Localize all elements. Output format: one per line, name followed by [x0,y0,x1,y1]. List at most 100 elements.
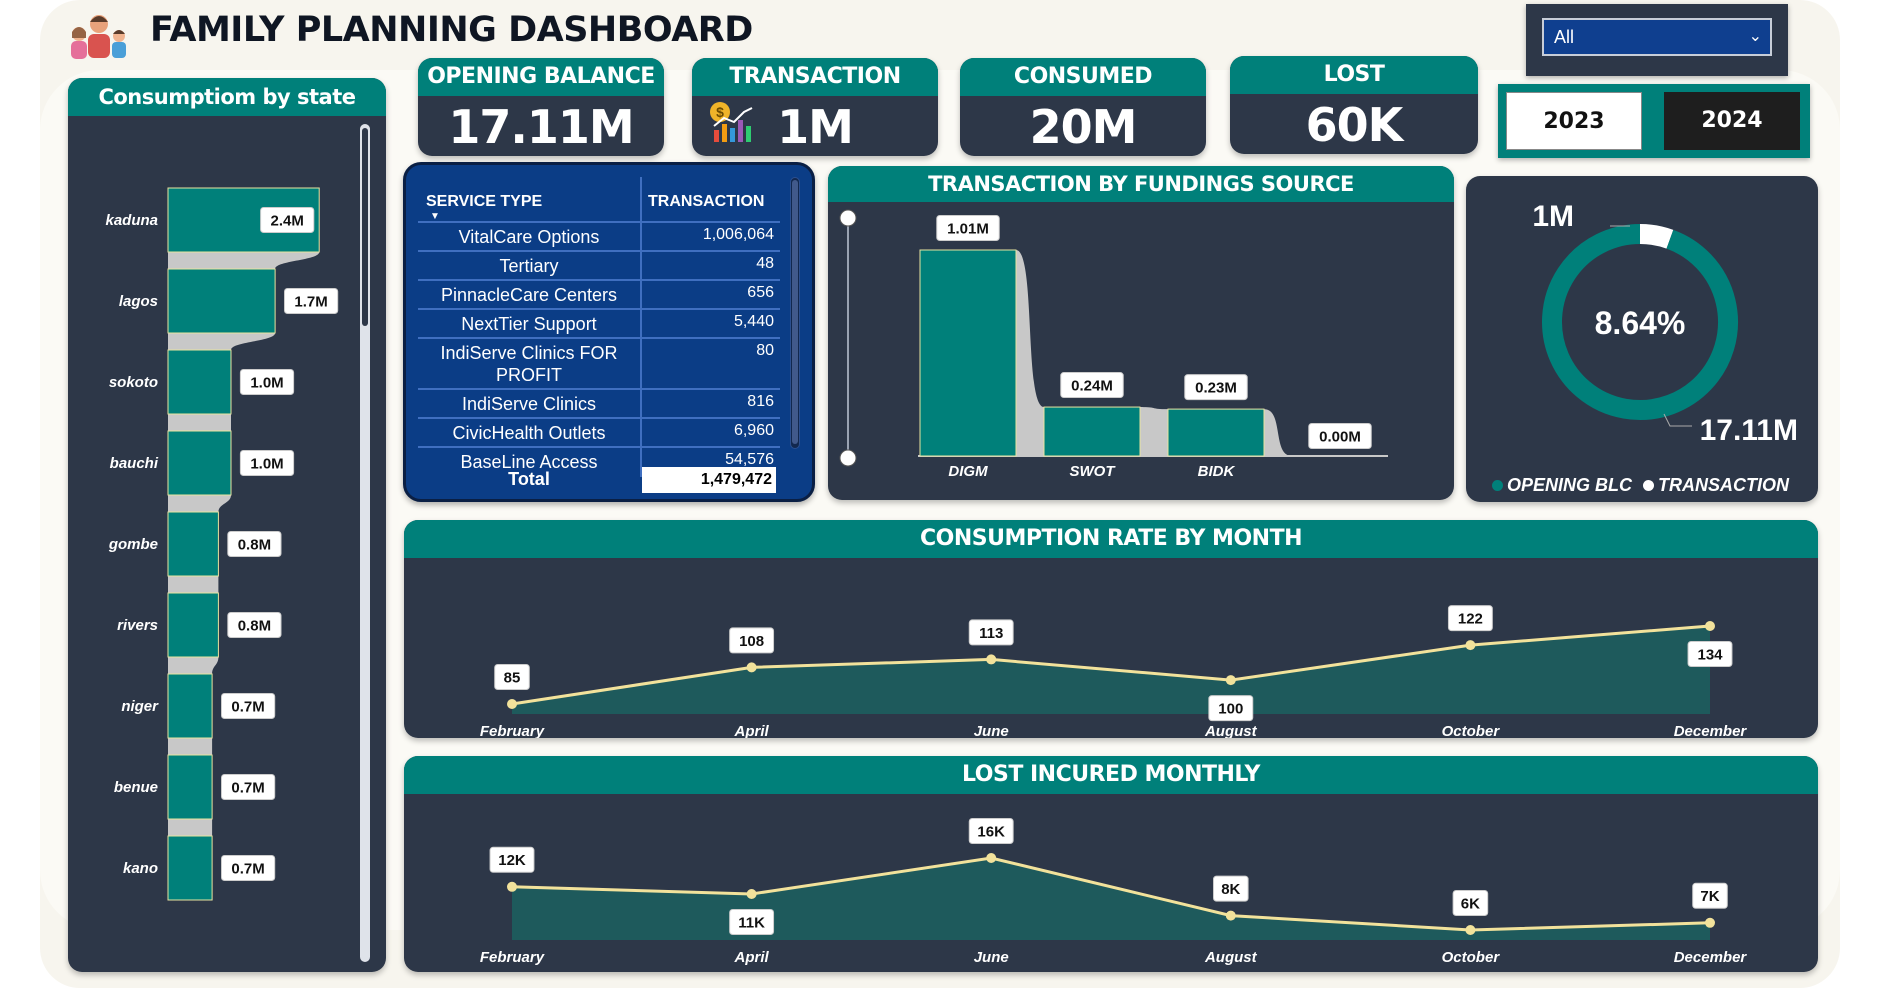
data-point [1705,917,1715,928]
data-label: 11K [738,914,765,931]
sort-desc-icon[interactable]: ▼ [430,211,440,222]
data-point [986,654,997,665]
year-slicer: 2023 2024 [1498,84,1810,158]
state-bar [167,592,219,658]
state-value-label: 0.7M [231,860,264,877]
scrollbar[interactable] [360,124,370,962]
transaction-value-cell: 48 [756,255,774,272]
month-label: February [480,949,545,966]
scrollbar-thumb[interactable] [362,128,368,326]
month-label: December [1674,949,1748,966]
table-body: SERVICE TYPE ▼ TRANSACTION VitalCare Opt… [418,177,780,470]
col-header-service[interactable]: SERVICE TYPE [426,193,542,211]
filter-dropdown[interactable]: All ⌄ [1542,18,1772,56]
state-bar-chart: kaduna 2.4M lagos 1.7M sokoto 1.0M bauchi 1.0M g… [105,187,339,901]
data-point [986,853,997,863]
data-label: 122 [1458,611,1483,628]
ribbon-connector [168,414,231,431]
funding-bar [919,249,1017,457]
state-value-label: 1.7M [294,293,327,310]
funding-value-label: 0.24M [1071,377,1113,394]
kpi-consumed: CONSUMED 20M [960,58,1206,156]
data-label: 85 [504,669,521,686]
legend-dot-opening [1492,480,1503,491]
table-row[interactable]: VitalCare Options 1,006,064 [418,223,780,252]
legend-label-opening: OPENING BLC [1507,475,1633,495]
month-label: April [734,949,770,966]
legend-label-transaction: TRANSACTION [1658,475,1790,495]
data-label: 16K [977,823,1005,840]
donut-slice [1639,224,1674,249]
service-name-cell: Tertiary [499,256,559,276]
kpi-label: TRANSACTION [692,58,938,96]
month-label: August [1204,723,1258,738]
service-name-cell: IndiServe Clinics FOR PROFIT [440,343,618,385]
month-label: December [1674,723,1748,738]
funding-value-label: 0.23M [1195,379,1237,396]
col-header-transaction[interactable]: TRANSACTION [648,193,764,211]
kpi-opening-balance: OPENING BALANCE 17.11M [418,58,664,156]
donut-legend: OPENING BLC TRANSACTION [1492,475,1789,496]
transaction-value-cell: 6,960 [733,422,774,439]
funding-bar-chart: 1.01M DIGM 0.24M SWOT 0.23M BIDK 0.00M [839,209,1388,480]
transaction-value-cell: 5,440 [733,313,774,330]
table-scrollbar[interactable] [790,177,800,449]
state-bar [167,835,213,901]
table-row[interactable]: IndiServe Clinics FOR PROFIT 80 [418,339,780,390]
ribbon-connector [168,819,213,836]
service-name-cell: IndiServe Clinics [461,394,597,414]
consumption-chart-title: CONSUMPTION RATE BY MONTH [404,520,1818,558]
state-label: kaduna [105,212,158,229]
range-slider-handle-top [839,209,857,227]
ribbon-connector [168,657,219,674]
state-value-label: 0.7M [231,698,264,715]
ribbon-connector [168,495,231,512]
table-row[interactable]: PinnacleCare Centers 656 [418,281,780,310]
service-name-cell: CivicHealth Outlets [452,423,606,443]
state-label: sokoto [109,374,158,391]
consumption-rate-card: CONSUMPTION RATE BY MONTH 85 February 108 A… [404,520,1818,738]
table-row[interactable]: IndiServe Clinics 816 [418,390,780,419]
table-rows: VitalCare Options 1,006,064 Tertiary 48 Pinn… [418,223,780,470]
data-point [1225,675,1236,686]
legend-dot-transaction [1643,480,1655,491]
family-icon [71,15,126,59]
consumption-line-chart: 85 February 108 April 113 June 100 August 122 Oct… [480,605,1748,738]
table-row[interactable]: Tertiary 48 [418,252,780,281]
month-label: October [1442,723,1501,738]
state-bar [167,268,276,334]
lost-line-chart: 12K February 11K April 16K June 8K August 6K Octo… [480,818,1748,966]
year-2024-button[interactable]: 2024 [1664,92,1800,150]
month-label: August [1204,949,1258,966]
table-row[interactable]: CivicHealth Outlets 6,960 [418,419,780,448]
state-value-label: 0.8M [238,536,271,553]
year-2023-button[interactable]: 2023 [1506,92,1642,150]
state-label: niger [121,698,159,715]
transaction-value-cell: 80 [756,342,774,359]
ribbon-connector [1016,250,1044,456]
transaction-value-cell: 656 [747,284,774,301]
state-bar [167,349,232,415]
month-label: October [1442,949,1501,966]
transaction-value-cell: 816 [747,393,774,410]
funding-bar [1167,408,1265,457]
chevron-down-icon: ⌄ [1748,28,1762,45]
data-point [507,699,517,709]
scrollbar-thumb[interactable] [792,180,798,444]
data-point [746,662,757,673]
total-label: Total [508,469,550,489]
data-point [746,889,757,899]
data-point [1705,621,1715,631]
state-bar [167,754,213,820]
ribbon-connector [168,738,213,755]
state-bar [167,430,232,496]
table-header: SERVICE TYPE ▼ TRANSACTION [418,177,780,223]
funding-value-label: 0.00M [1319,428,1361,445]
state-label: bauchi [110,455,159,472]
funding-value-label: 1.01M [947,220,989,237]
data-point [1225,910,1236,921]
donut-card: 8.64% 1M 17.11M OPENING BLC TRANSACTION [1466,176,1818,502]
lost-monthly-card: LOST INCURED MONTHLY 12K February 11K April… [404,756,1818,972]
funding-category-label: SWOT [1070,463,1117,480]
table-row[interactable]: NextTier Support 5,440 [418,310,780,339]
